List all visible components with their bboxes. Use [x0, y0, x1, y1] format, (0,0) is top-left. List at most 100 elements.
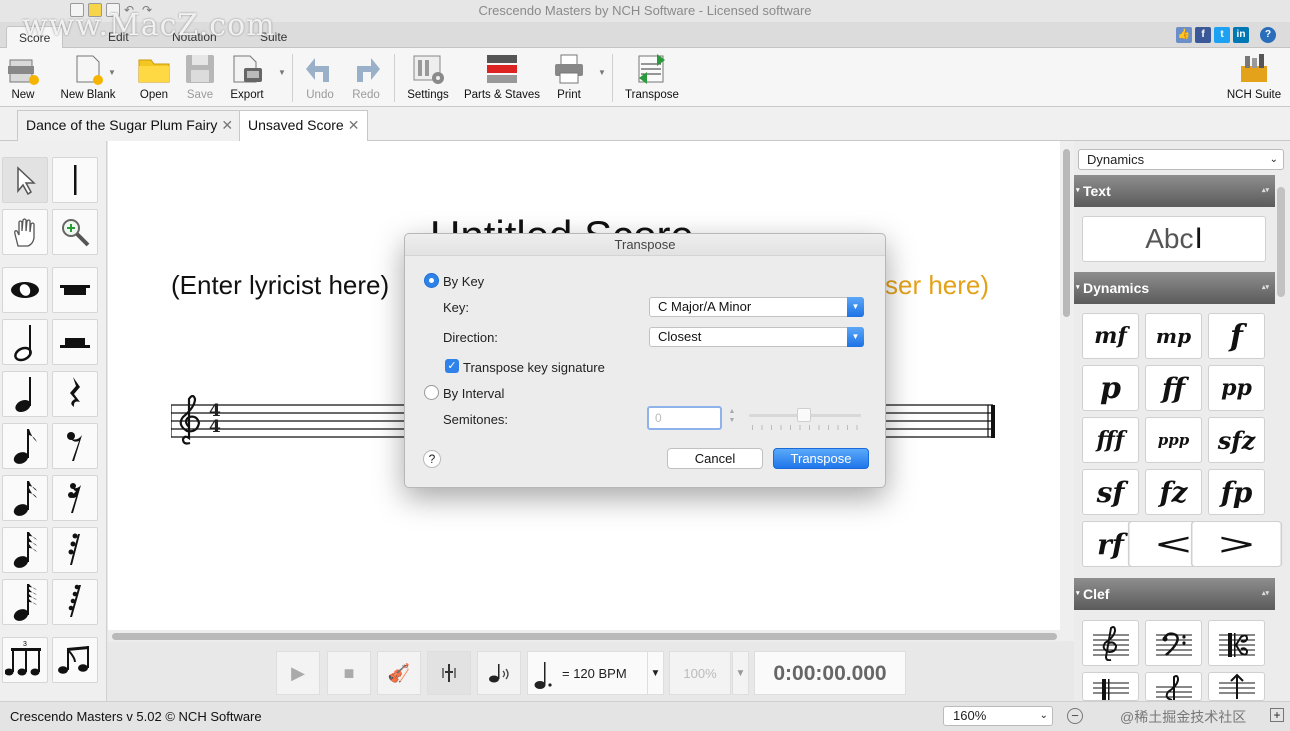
- treble-clef-button[interactable]: [1082, 620, 1139, 666]
- dynamic-ppp-button[interactable]: ppp: [1145, 417, 1202, 463]
- dynamic-f-button[interactable]: f: [1208, 313, 1265, 359]
- dynamic-sfz-button[interactable]: sfz: [1208, 417, 1265, 463]
- section-clef-header[interactable]: ▾ Clef ▴▾: [1074, 578, 1275, 610]
- like-icon[interactable]: 👍: [1176, 27, 1192, 43]
- zoom-in-icon[interactable]: +: [1270, 708, 1284, 722]
- tab-suite[interactable]: Suite: [248, 26, 299, 48]
- dynamic-fp-button[interactable]: fp: [1208, 469, 1265, 515]
- thirty-second-rest-icon[interactable]: [52, 527, 98, 573]
- select-pointer-icon[interactable]: [2, 157, 48, 203]
- direction-select[interactable]: Closest ▼: [649, 327, 864, 347]
- dynamic-mf-button[interactable]: mf: [1082, 313, 1139, 359]
- metronome-button[interactable]: [427, 651, 471, 695]
- percussion-clef-button[interactable]: [1208, 672, 1265, 701]
- doc-tab-sugar-plum[interactable]: Dance of the Sugar Plum Fairy ✕: [17, 110, 243, 141]
- save-button[interactable]: Save: [182, 52, 218, 101]
- half-rest-icon[interactable]: [52, 319, 98, 365]
- open-button[interactable]: Open: [136, 52, 172, 101]
- barline-tool-icon[interactable]: [52, 157, 98, 203]
- export-dropdown-icon[interactable]: ▼: [278, 68, 286, 77]
- quarter-note-icon[interactable]: [2, 371, 48, 417]
- tab-score[interactable]: Score: [6, 26, 64, 48]
- redo-icon[interactable]: ↷: [142, 3, 156, 17]
- nch-suite-button[interactable]: NCH Suite: [1226, 52, 1282, 101]
- lyricist-field[interactable]: (Enter lyricist here): [171, 270, 389, 301]
- panel-scrollbar[interactable]: [1277, 187, 1285, 297]
- tenor-clef-button[interactable]: [1082, 672, 1139, 701]
- semitones-input[interactable]: 0: [647, 406, 722, 430]
- transpose-button[interactable]: Transpose: [624, 52, 680, 101]
- sixty-fourth-rest-icon[interactable]: [52, 579, 98, 625]
- sixteenth-rest-icon[interactable]: [52, 475, 98, 521]
- zoom-out-icon[interactable]: −: [1067, 708, 1083, 724]
- beamed-notes-icon[interactable]: [52, 637, 98, 683]
- undo-icon[interactable]: ↶: [124, 3, 138, 17]
- section-dynamics-header[interactable]: ▾ Dynamics ▴▾: [1074, 272, 1275, 304]
- facebook-icon[interactable]: f: [1195, 27, 1211, 43]
- vertical-scroll-thumb[interactable]: [1063, 149, 1070, 317]
- undo-button[interactable]: Undo: [302, 52, 338, 101]
- cancel-button[interactable]: Cancel: [667, 448, 763, 469]
- dynamic-fff-button[interactable]: fff: [1082, 417, 1139, 463]
- settings-button[interactable]: Settings: [405, 52, 451, 101]
- quarter-rest-icon[interactable]: [52, 371, 98, 417]
- semitones-stepper[interactable]: ▲ ▼: [727, 407, 737, 427]
- dynamic-fz-button[interactable]: fz: [1145, 469, 1202, 515]
- horizontal-scrollbar[interactable]: [108, 630, 1060, 642]
- triplet-icon[interactable]: 3: [2, 637, 48, 683]
- linkedin-icon[interactable]: in: [1233, 27, 1249, 43]
- by-interval-radio[interactable]: [424, 385, 439, 400]
- horizontal-scroll-thumb[interactable]: [112, 633, 1057, 640]
- close-icon[interactable]: ✕: [221, 117, 233, 133]
- sixteenth-note-icon[interactable]: [2, 475, 48, 521]
- new-button[interactable]: New: [6, 52, 40, 101]
- alto-clef-button[interactable]: [1208, 620, 1265, 666]
- bass-clef-button[interactable]: [1145, 620, 1202, 666]
- save-icon[interactable]: [106, 3, 120, 17]
- tempo-dropdown-icon[interactable]: ▼: [647, 651, 664, 695]
- dynamic-ff-button[interactable]: ff: [1145, 365, 1202, 411]
- treble-8vb-clef-button[interactable]: [1145, 672, 1202, 701]
- doc-tab-unsaved-score[interactable]: Unsaved Score ✕: [239, 110, 369, 142]
- instrument-button[interactable]: 🎻: [377, 651, 421, 695]
- sixty-fourth-note-icon[interactable]: [2, 579, 48, 625]
- print-dropdown-icon[interactable]: ▼: [598, 68, 606, 77]
- tempo-display[interactable]: = 120 BPM: [527, 651, 663, 695]
- dynamic-mp-button[interactable]: mp: [1145, 313, 1202, 359]
- volume-display[interactable]: 100%: [669, 651, 731, 695]
- thirty-second-note-icon[interactable]: [2, 527, 48, 573]
- semitones-slider-thumb[interactable]: [797, 408, 811, 422]
- note-sound-button[interactable]: [477, 651, 521, 695]
- whole-note-icon[interactable]: [2, 267, 48, 313]
- stop-button[interactable]: ■: [327, 651, 371, 695]
- whole-rest-icon[interactable]: [52, 267, 98, 313]
- twitter-icon[interactable]: t: [1214, 27, 1230, 43]
- new-file-icon[interactable]: [70, 3, 84, 17]
- composer-field[interactable]: ser here): [885, 270, 989, 301]
- transpose-key-signature-checkbox[interactable]: ✓: [445, 359, 459, 373]
- decrescendo-hairpin-button[interactable]: >: [1190, 521, 1283, 567]
- dynamic-pp-button[interactable]: pp: [1208, 365, 1265, 411]
- eighth-note-icon[interactable]: [2, 423, 48, 469]
- help-icon[interactable]: ?: [1260, 27, 1276, 43]
- new-blank-dropdown-icon[interactable]: ▼: [108, 68, 116, 77]
- vertical-scrollbar[interactable]: [1060, 141, 1074, 641]
- print-button[interactable]: Print: [551, 52, 587, 101]
- dynamic-p-button[interactable]: p: [1082, 365, 1139, 411]
- open-file-icon[interactable]: [88, 3, 102, 17]
- hand-pan-icon[interactable]: [2, 209, 48, 255]
- tab-edit[interactable]: Edit: [96, 26, 141, 48]
- zoom-magnifier-icon[interactable]: [52, 209, 98, 255]
- redo-button[interactable]: Redo: [348, 52, 384, 101]
- close-icon[interactable]: ✕: [348, 117, 360, 133]
- export-button[interactable]: Export: [226, 52, 268, 101]
- volume-dropdown-icon[interactable]: ▼: [732, 651, 749, 695]
- parts-staves-button[interactable]: Parts & Staves: [463, 52, 541, 101]
- half-note-icon[interactable]: [2, 319, 48, 365]
- transpose-confirm-button[interactable]: Transpose: [773, 448, 869, 469]
- text-tool-button[interactable]: Abc I: [1082, 216, 1266, 262]
- zoom-select[interactable]: 160% ⌄: [943, 706, 1053, 726]
- by-key-radio[interactable]: [424, 273, 439, 288]
- section-text-header[interactable]: ▾ Text ▴▾: [1074, 175, 1275, 207]
- help-button[interactable]: ?: [423, 450, 441, 468]
